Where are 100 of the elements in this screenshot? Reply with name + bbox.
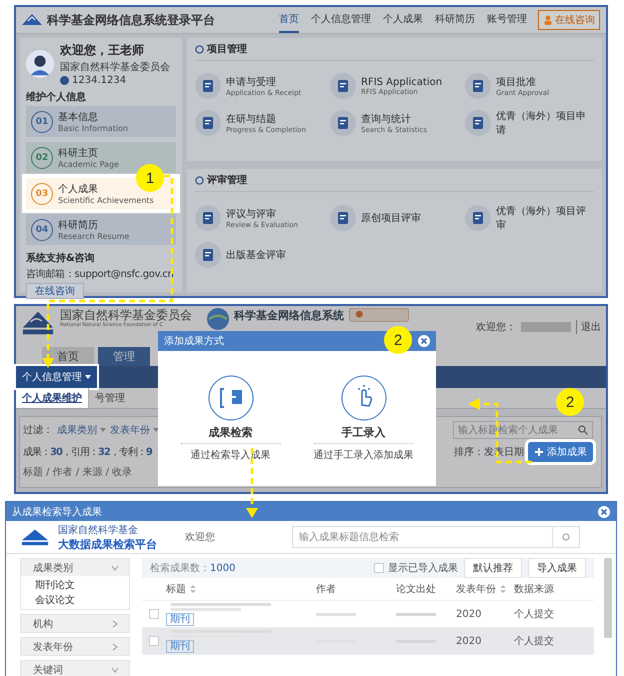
- dialog-title: 从成果检索导入成果: [12, 506, 102, 518]
- result-row[interactable]: 期刊 2020 个人提交: [142, 628, 594, 655]
- toolbar-button[interactable]: 导入成果: [528, 558, 586, 578]
- system-name: 科学基金网络信息系统: [234, 308, 344, 323]
- chevron-icon: [111, 642, 119, 650]
- column-header[interactable]: 标题: [166, 582, 316, 596]
- close-icon[interactable]: [418, 335, 430, 347]
- module-link[interactable]: 原创项目评审: [330, 204, 459, 232]
- option-description: 通过手工录入添加成果: [314, 448, 414, 462]
- person-icon: [543, 15, 553, 25]
- filter-dropdown[interactable]: 发表年份: [110, 423, 159, 437]
- table-cell-text: 2020: [456, 636, 482, 646]
- scrollbar[interactable]: [604, 558, 612, 638]
- journal-tag: 期刊: [166, 612, 194, 626]
- nav-tab[interactable]: 科研简历: [435, 7, 475, 33]
- statistics-text: 成果：30，引用：32，专利：9: [23, 446, 152, 459]
- search-icon[interactable]: [561, 532, 571, 542]
- circle-icon: [195, 176, 204, 184]
- table-cell-text: 2020: [456, 608, 482, 620]
- group-title: 评审管理: [207, 173, 247, 187]
- nav-tab[interactable]: 首页: [279, 7, 299, 33]
- blurred-source: [396, 612, 436, 616]
- nsfc-logo-icon: [20, 528, 50, 546]
- banner-drawing: [349, 308, 409, 322]
- dialog-title: 添加成果方式: [164, 334, 224, 348]
- chevron-icon: [111, 620, 119, 628]
- filter-option[interactable]: 会议论文: [35, 593, 115, 607]
- organization: 国家自然科学基金委员会: [60, 60, 170, 74]
- filter-header[interactable]: 发表年份: [21, 638, 129, 655]
- portal-title: 科学基金网络信息系统登录平台: [47, 12, 215, 28]
- column-header[interactable]: 数据来源: [514, 582, 564, 596]
- redacted-name: [521, 322, 571, 332]
- filter-option[interactable]: 期刊论文: [35, 578, 115, 592]
- result-count: 检索成果数：1000: [150, 562, 236, 575]
- globe-icon: [207, 308, 229, 330]
- welcome-label: 欢迎您: [185, 530, 215, 544]
- dropdown-menu[interactable]: 个人信息管理: [16, 366, 97, 388]
- document-icon: [330, 205, 356, 231]
- document-icon: [195, 73, 221, 99]
- id-icon: [60, 76, 69, 85]
- toolbar-button[interactable]: 默认推荐: [464, 558, 522, 578]
- logout-link[interactable]: 退出: [576, 320, 601, 334]
- chevron-icon: [111, 666, 119, 674]
- document-icon: [465, 205, 491, 231]
- number-circle: 01: [31, 110, 53, 132]
- row-checkbox[interactable]: [149, 609, 159, 619]
- hand-pointer-icon[interactable]: [340, 375, 386, 421]
- section-label: 维护个人信息: [26, 90, 87, 104]
- submenu-item[interactable]: 个人成果维护: [16, 388, 89, 408]
- sort-icon[interactable]: [190, 585, 196, 593]
- document-icon: [330, 73, 356, 99]
- nav-tab[interactable]: 个人成果: [383, 7, 423, 33]
- column-header[interactable]: 发表年份: [456, 582, 514, 596]
- column-header-text: 标题 / 作者 / 来源 / 收录: [23, 466, 134, 479]
- caret-icon: [100, 428, 106, 432]
- circle-icon: [195, 44, 204, 54]
- sort-icon[interactable]: [500, 585, 506, 593]
- consult-button[interactable]: 在线咨询: [26, 283, 84, 299]
- welcome-label: 欢迎您：: [476, 320, 516, 334]
- show-imported-checkbox[interactable]: 显示已导入成果: [374, 561, 458, 575]
- module-link[interactable]: 优青（海外）项目评审: [465, 204, 594, 232]
- document-icon: [195, 242, 221, 268]
- organization-name: 国家自然科学基金委员会: [60, 308, 192, 322]
- document-icon: [465, 110, 491, 136]
- platform-name: 大数据成果检索平台: [58, 536, 157, 552]
- document-icon: [195, 110, 221, 136]
- nav-tab[interactable]: 个人信息管理: [311, 7, 371, 33]
- number-circle: 02: [31, 146, 53, 168]
- support-email: 咨询邮箱：support@nsfc.gov.cn: [26, 268, 175, 281]
- filter-header[interactable]: 机构: [21, 615, 129, 632]
- add-achievement-button[interactable]: 添加成果: [528, 442, 593, 462]
- platform-org: 国家自然科学基金: [58, 524, 139, 536]
- row-checkbox[interactable]: [149, 636, 159, 646]
- support-title: 系统支持&咨询: [26, 252, 96, 265]
- filter-dropdown[interactable]: 成果类别: [57, 423, 106, 437]
- document-icon: [195, 205, 221, 231]
- column-header[interactable]: 作者: [316, 582, 396, 596]
- user-id: 1234.1234: [72, 75, 126, 86]
- module-link[interactable]: 出版基金评审: [195, 242, 324, 268]
- close-icon[interactable]: [598, 506, 610, 518]
- filter-header[interactable]: 关键词: [21, 661, 129, 676]
- mountain-logo-icon: [22, 13, 42, 27]
- column-header[interactable]: 论文出处: [396, 582, 456, 596]
- option-title[interactable]: 成果检索: [180, 425, 280, 444]
- avatar-icon: [26, 50, 54, 78]
- search-icon: [578, 425, 588, 435]
- table-cell-text: 个人提交: [514, 608, 555, 621]
- caret-icon: [85, 375, 91, 379]
- import-icon[interactable]: [208, 375, 254, 421]
- filter-label: 过滤：: [23, 424, 53, 437]
- tab[interactable]: 管理: [98, 347, 150, 366]
- search-field[interactable]: 输入成果标题信息检索: [292, 526, 580, 548]
- caret-icon: [153, 428, 159, 432]
- nav-tab[interactable]: 账号管理: [487, 7, 527, 33]
- plus-icon: [534, 447, 544, 457]
- submenu-item[interactable]: 号管理: [89, 391, 131, 405]
- number-circle: 04: [31, 218, 53, 240]
- filter-header[interactable]: 成果类别: [21, 559, 129, 576]
- module-link[interactable]: 优青（海外）项目申请: [465, 109, 594, 137]
- option-title[interactable]: 手工录入: [314, 425, 414, 444]
